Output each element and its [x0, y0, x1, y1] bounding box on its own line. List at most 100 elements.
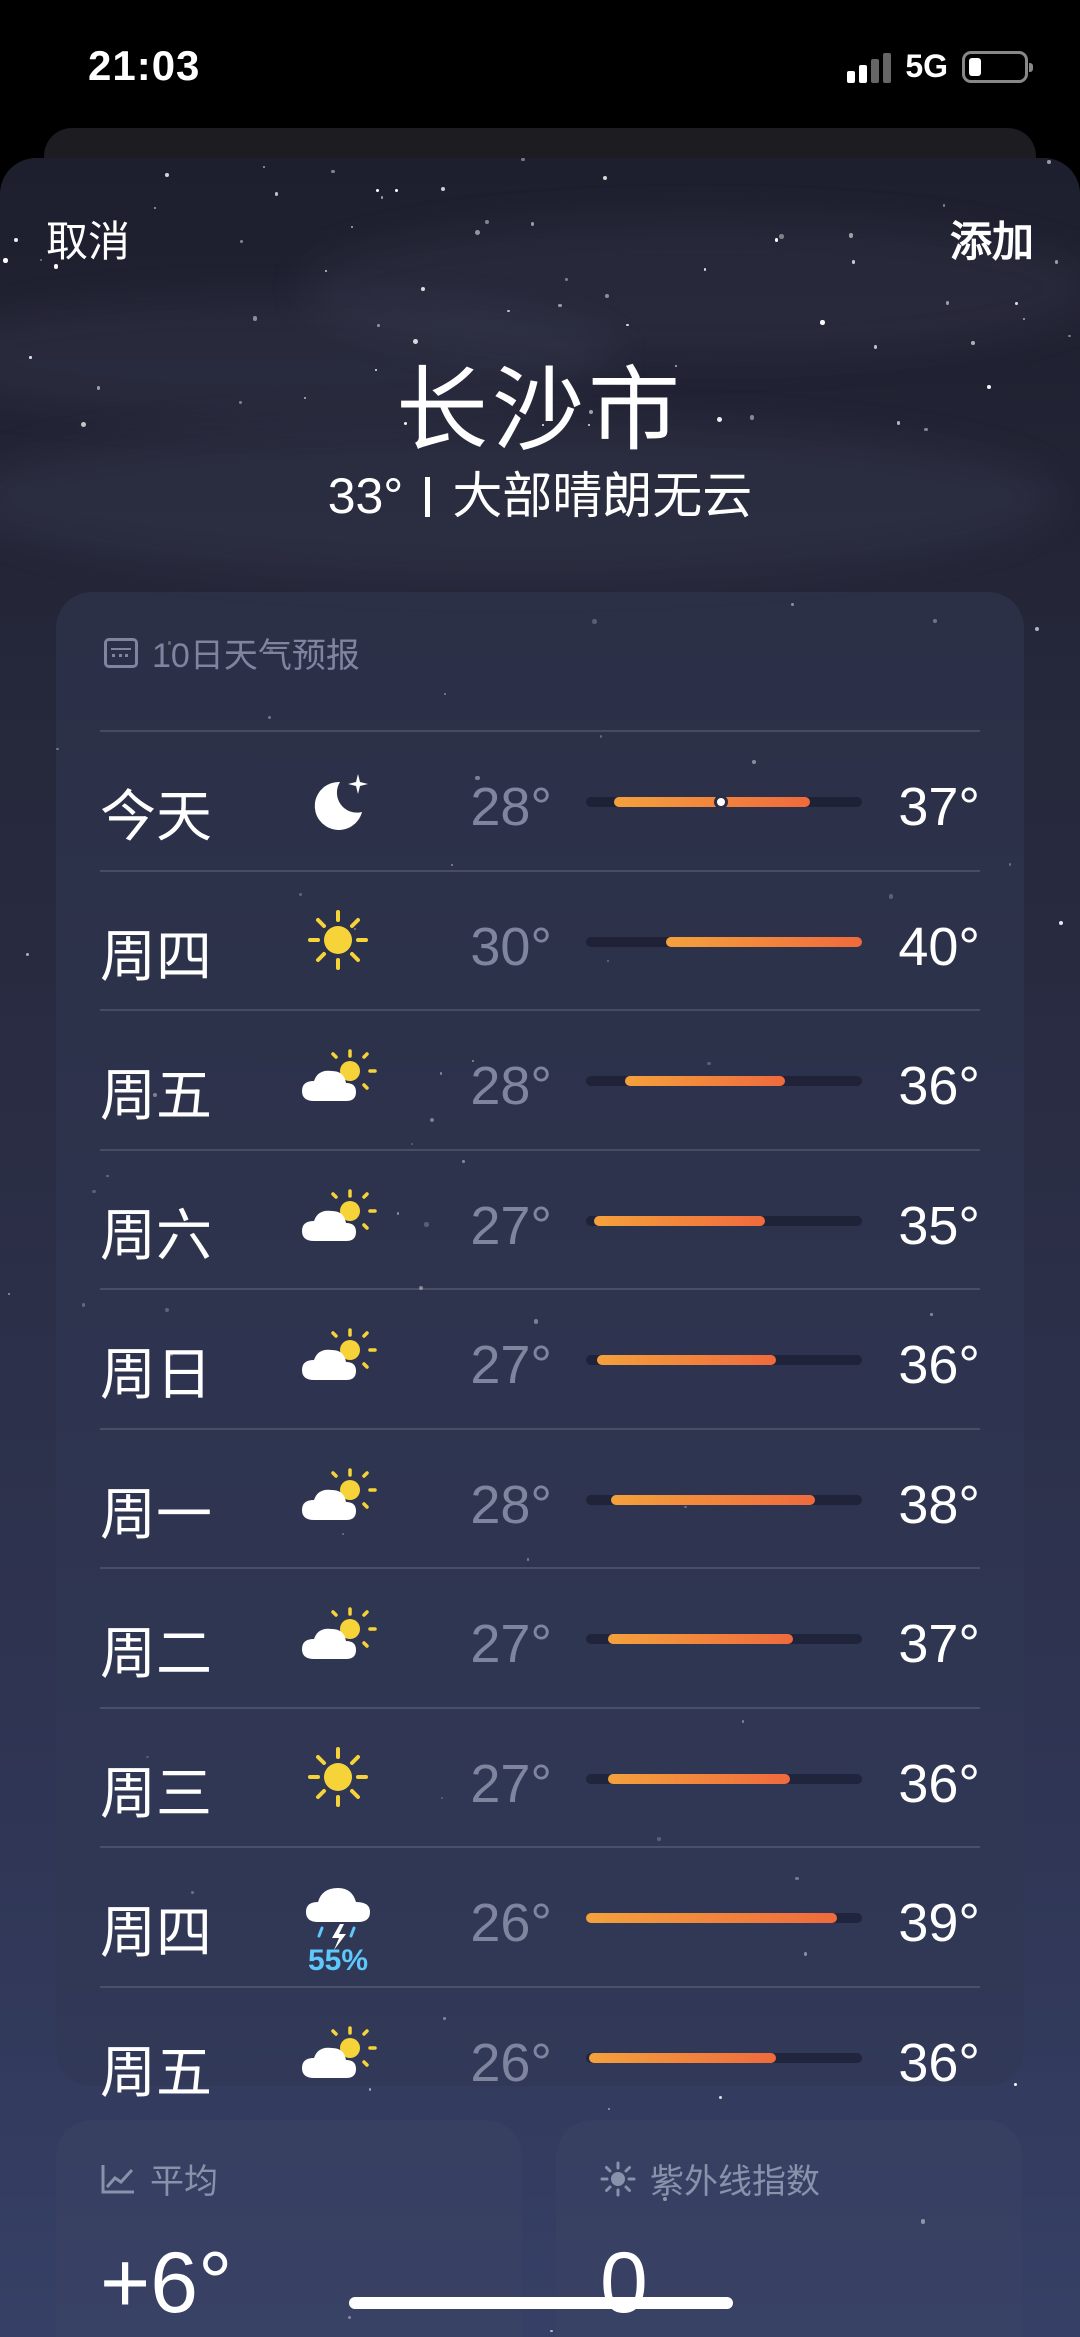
forecast-row[interactable]: 周一 28° 38°	[100, 1427, 980, 1568]
star	[485, 219, 490, 225]
average-title-row: 平均	[100, 2154, 218, 2203]
temp-range-bar	[613, 797, 810, 807]
signal-icon	[847, 51, 892, 83]
temp-range-track	[586, 1634, 862, 1644]
temp-range-bar	[594, 1215, 766, 1226]
high-temp: 37°	[898, 777, 980, 837]
high-temp: 40°	[898, 916, 980, 977]
star	[820, 320, 825, 325]
star	[605, 294, 609, 298]
star	[1059, 921, 1064, 926]
star	[779, 234, 785, 239]
temp-range-track	[586, 1215, 862, 1226]
temp-range-bar	[608, 1773, 791, 1784]
forecast-row[interactable]: 周二 27° 37°	[100, 1567, 980, 1707]
star	[626, 323, 629, 327]
forecast-row[interactable]: 周四 55% 26° 39°	[100, 1846, 980, 1986]
add-button[interactable]: 添加	[950, 208, 1034, 269]
high-temp: 36°	[898, 1335, 980, 1395]
city-name: 长沙市	[395, 360, 684, 462]
forecast-row[interactable]: 周五 28° 36°	[100, 1009, 980, 1149]
day-label: 周二	[100, 1622, 212, 1685]
forecast-row[interactable]: 周五 26° 36°	[100, 1985, 980, 2126]
weather-add-sheet: 取消 添加 长沙市 33° 大部晴朗无云 10日天气预报 今天 28° 37° 周四 30…	[0, 158, 1080, 2337]
ten-day-forecast-card[interactable]: 10日天气预报 今天 28° 37° 周四 30° 40° 周五 28° 36° 周六 27° 35°…	[56, 592, 1024, 2104]
average-title: 平均	[150, 2163, 218, 2201]
current-condition: 大部晴朗无云	[452, 468, 753, 524]
temp-range-track	[586, 1494, 862, 1505]
star	[40, 259, 43, 262]
network-label: 5G	[905, 48, 948, 84]
star	[550, 2330, 553, 2333]
calendar-icon	[104, 637, 138, 668]
uv-value: 0	[600, 2235, 648, 2331]
uv-title: 紫外线指数	[650, 2163, 820, 2201]
home-indicator[interactable]	[349, 2297, 733, 2309]
low-temp: 30°	[470, 916, 552, 977]
forecast-row[interactable]: 周日 27° 36°	[100, 1288, 980, 1428]
low-temp: 27°	[470, 1195, 552, 1256]
star	[351, 225, 354, 228]
forecast-rows: 今天 28° 37° 周四 30° 40° 周五 28° 36° 周六 27° 35° 周日 27° 36°…	[100, 730, 980, 2125]
high-temp: 36°	[898, 1056, 980, 1116]
high-temp: 36°	[898, 1753, 980, 1814]
forecast-title: 10日天气预报	[152, 637, 360, 675]
temp-range-track	[586, 795, 862, 809]
low-temp: 27°	[470, 1335, 552, 1395]
uv-title-row: 紫外线指数	[600, 2154, 820, 2203]
current-temp: 33°	[327, 468, 404, 524]
day-label: 周五	[100, 2040, 212, 2104]
star	[603, 175, 608, 180]
star	[564, 278, 568, 281]
star	[441, 186, 446, 191]
star	[1034, 626, 1040, 632]
current-conditions: 33° 大部晴朗无云	[0, 456, 1080, 528]
forecast-row[interactable]: 今天 28° 37°	[100, 730, 980, 870]
day-label: 周日	[100, 1343, 212, 1406]
star	[3, 258, 8, 263]
star	[521, 158, 525, 162]
temp-range-track	[586, 1076, 862, 1086]
star	[851, 260, 856, 264]
star	[274, 192, 279, 196]
star	[262, 166, 265, 169]
star	[13, 238, 18, 243]
star	[380, 196, 384, 200]
low-temp: 27°	[470, 1753, 552, 1814]
star	[377, 323, 381, 327]
low-temp: 28°	[470, 1474, 552, 1535]
temp-range-track	[586, 2052, 862, 2063]
status-time: 21:03	[88, 42, 201, 89]
high-temp: 35°	[898, 1195, 980, 1256]
temp-range-track	[586, 936, 862, 947]
day-label: 周四	[100, 1901, 212, 1964]
day-label: 周三	[100, 1761, 212, 1825]
star	[331, 169, 336, 174]
forecast-row[interactable]: 周三 27° 36°	[100, 1706, 980, 1847]
temp-range-bar	[666, 936, 862, 947]
temp-range-bar	[586, 1913, 838, 1923]
star	[25, 953, 29, 957]
day-label: 周六	[100, 1203, 212, 1267]
star	[1054, 260, 1058, 264]
forecast-header: 10日天气预报	[104, 628, 360, 677]
star	[1014, 2083, 1018, 2087]
cancel-button[interactable]: 取消	[46, 208, 130, 269]
star	[165, 172, 170, 177]
star	[394, 189, 399, 193]
temp-range-bar	[610, 1494, 816, 1505]
day-label: 周一	[100, 1482, 212, 1546]
high-temp: 38°	[898, 1474, 980, 1535]
forecast-row[interactable]: 周六 27° 35°	[100, 1148, 980, 1289]
star	[153, 207, 157, 210]
temp-range-bar	[608, 1634, 793, 1644]
temp-range-bar	[588, 2052, 777, 2063]
high-temp: 39°	[898, 1893, 980, 1953]
temp-range-track	[586, 1773, 862, 1784]
low-temp: 26°	[470, 1893, 552, 1953]
status-icons: 5G	[847, 48, 1033, 85]
high-temp: 36°	[898, 2032, 980, 2093]
temp-range-track	[586, 1913, 862, 1923]
low-temp: 27°	[470, 1614, 552, 1674]
forecast-row[interactable]: 周四 30° 40°	[100, 869, 980, 1010]
